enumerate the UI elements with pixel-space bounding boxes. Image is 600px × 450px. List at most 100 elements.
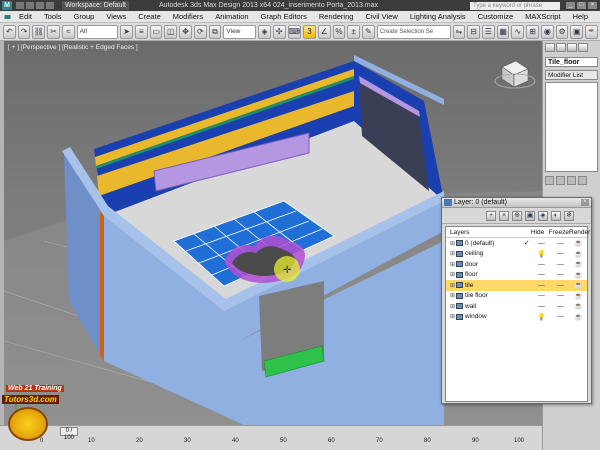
freeze-toggle[interactable]: — <box>550 282 570 289</box>
menu-rendering[interactable]: Rendering <box>319 12 354 21</box>
delete-layer-icon[interactable]: × <box>499 210 509 221</box>
redo-button[interactable]: ↷ <box>17 24 31 39</box>
layer-row-tile-floor[interactable]: ⊞ tile floor — — ☕ <box>446 291 587 302</box>
freeze-toggle[interactable]: — <box>550 261 570 268</box>
remove-modifier-icon[interactable] <box>578 176 587 185</box>
named-selection-set-input[interactable]: Create Selection Se <box>376 24 451 39</box>
mirror-icon[interactable]: ⇋ <box>452 24 466 39</box>
search-input[interactable]: Type a keyword or phrase <box>470 1 560 10</box>
layer-row-window[interactable]: ⊞ window 💡 — ☕ <box>446 312 587 323</box>
current-layer-check-icon[interactable]: ✓ <box>521 239 532 247</box>
col-freeze[interactable]: Freeze <box>549 229 569 236</box>
hide-toggle-bulb-icon[interactable]: 💡 <box>532 313 550 321</box>
modify-tab-icon[interactable] <box>556 43 566 52</box>
layer-manager-icon[interactable]: ☰ <box>482 24 495 39</box>
layer-row-0-default[interactable]: ⊞ 0 (default) ✓ — — ☕ <box>446 238 587 249</box>
menu-create[interactable]: Create <box>138 12 161 21</box>
hierarchy-tab-icon[interactable] <box>567 43 577 52</box>
menu-civil-view[interactable]: Civil View <box>365 12 397 21</box>
freeze-toggle[interactable]: — <box>550 313 570 320</box>
reference-coordinate-dropdown[interactable]: View <box>223 24 257 39</box>
menu-animation[interactable]: Animation <box>215 12 248 21</box>
create-tab-icon[interactable] <box>545 43 555 52</box>
menu-views[interactable]: Views <box>106 12 126 21</box>
material-editor-icon[interactable]: ◉ <box>540 24 554 39</box>
render-toggle-icon[interactable]: ☕ <box>571 250 587 258</box>
hide-toggle[interactable]: — <box>532 282 550 289</box>
hide-toggle[interactable]: — <box>532 303 550 310</box>
freeze-toggle[interactable]: — <box>550 271 570 278</box>
select-layer-objects-icon[interactable]: ▣ <box>525 210 535 221</box>
col-render[interactable]: Render <box>569 229 590 236</box>
select-rotate-icon[interactable]: ⟳ <box>193 24 207 39</box>
modifier-stack[interactable] <box>545 82 598 172</box>
pin-stack-icon[interactable] <box>545 176 554 185</box>
menu-modifiers[interactable]: Modifiers <box>173 12 203 21</box>
save-file-icon[interactable] <box>36 2 44 9</box>
layer-row-tile[interactable]: ⊞ tile — — ☕ <box>446 280 587 291</box>
hide-toggle-bulb-icon[interactable]: 💡 <box>532 250 550 258</box>
app-logo-icon[interactable]: M <box>2 1 12 10</box>
layer-row-floor[interactable]: ⊞ floor — — ☕ <box>446 270 587 281</box>
render-toggle-icon[interactable]: ☕ <box>571 239 587 247</box>
track-bar[interactable]: 0 10 20 30 40 50 60 70 80 90 100 <box>40 438 540 450</box>
layer-dialog-title-bar[interactable]: Layer: 0 (default) × <box>442 198 591 208</box>
menu-group[interactable]: Group <box>74 12 95 21</box>
render-toggle-icon[interactable]: ☕ <box>571 281 587 289</box>
render-production-icon[interactable]: ☕ <box>585 24 598 39</box>
close-icon[interactable]: × <box>588 2 597 9</box>
hide-toggle[interactable]: — <box>532 261 550 268</box>
curve-editor-icon[interactable]: ∿ <box>511 24 525 39</box>
motion-tab-icon[interactable] <box>578 43 588 52</box>
align-icon[interactable]: ⊟ <box>467 24 480 39</box>
workspace-dropdown[interactable]: Workspace: Default <box>62 1 129 10</box>
make-unique-icon[interactable] <box>567 176 576 185</box>
col-hide[interactable]: Hide <box>531 229 549 236</box>
menu-help[interactable]: Help <box>573 12 588 21</box>
render-toggle-icon[interactable]: ☕ <box>571 260 587 268</box>
unlink-icon[interactable]: ✂ <box>47 24 60 39</box>
selection-filter-dropdown[interactable]: All <box>76 24 119 39</box>
add-to-layer-icon[interactable]: ⊕ <box>512 210 522 221</box>
freeze-toggle[interactable]: — <box>550 250 570 257</box>
menu-customize[interactable]: Customize <box>478 12 513 21</box>
spinner-snap-icon[interactable]: ± <box>347 24 360 39</box>
select-manipulate-icon[interactable]: ✣ <box>272 24 286 39</box>
minimize-icon[interactable]: _ <box>566 2 575 9</box>
menu-maxscript[interactable]: MAXScript <box>525 12 560 21</box>
link-icon[interactable]: ⛓ <box>32 24 46 39</box>
render-toggle-icon[interactable]: ☕ <box>571 292 587 300</box>
render-setup-icon[interactable]: ⚙ <box>555 24 569 39</box>
hide-toggle[interactable]: — <box>532 271 550 278</box>
create-layer-icon[interactable]: + <box>486 210 496 221</box>
edit-named-selection-icon[interactable]: ✎ <box>362 24 375 39</box>
render-toggle-icon[interactable]: ☕ <box>571 302 587 310</box>
render-toggle-icon[interactable]: ☕ <box>571 271 587 279</box>
graphite-ribbon-icon[interactable]: ▦ <box>496 24 510 39</box>
menu-tools[interactable]: Tools <box>44 12 62 21</box>
angle-snap-icon[interactable]: ∠ <box>317 24 331 39</box>
viewport-label[interactable]: [ + ] [Perspective ] [Realistic + Edged … <box>8 44 138 51</box>
freeze-toggle[interactable]: — <box>550 303 570 310</box>
col-layers[interactable]: Layers <box>446 229 520 236</box>
highlight-layer-icon[interactable]: ◈ <box>538 210 548 221</box>
rectangular-selection-icon[interactable]: ▭ <box>149 24 163 39</box>
menu-lighting-analysis[interactable]: Lighting Analysis <box>410 12 466 21</box>
freeze-all-icon[interactable]: ❄ <box>564 210 574 221</box>
layer-row-ceiling[interactable]: ⊞ ceiling 💡 — ☕ <box>446 249 587 260</box>
layer-row-wall[interactable]: ⊞ wall — — ☕ <box>446 301 587 312</box>
show-end-result-icon[interactable] <box>556 176 565 185</box>
freeze-toggle[interactable]: — <box>550 240 570 247</box>
close-icon[interactable]: × <box>581 199 589 206</box>
modifier-list-dropdown[interactable]: Modifier List <box>545 70 598 80</box>
hide-all-icon[interactable]: ◐ <box>551 210 561 221</box>
schematic-view-icon[interactable]: ⊞ <box>526 24 539 39</box>
max-logo-icon[interactable] <box>4 12 11 22</box>
render-toggle-icon[interactable]: ☕ <box>571 313 587 321</box>
undo-button[interactable]: ↶ <box>3 24 16 39</box>
open-file-icon[interactable] <box>26 2 34 9</box>
select-scale-icon[interactable]: ⧉ <box>208 24 222 39</box>
percent-snap-icon[interactable]: % <box>332 24 346 39</box>
undo-icon[interactable] <box>46 2 54 9</box>
maximize-icon[interactable]: □ <box>577 2 586 9</box>
